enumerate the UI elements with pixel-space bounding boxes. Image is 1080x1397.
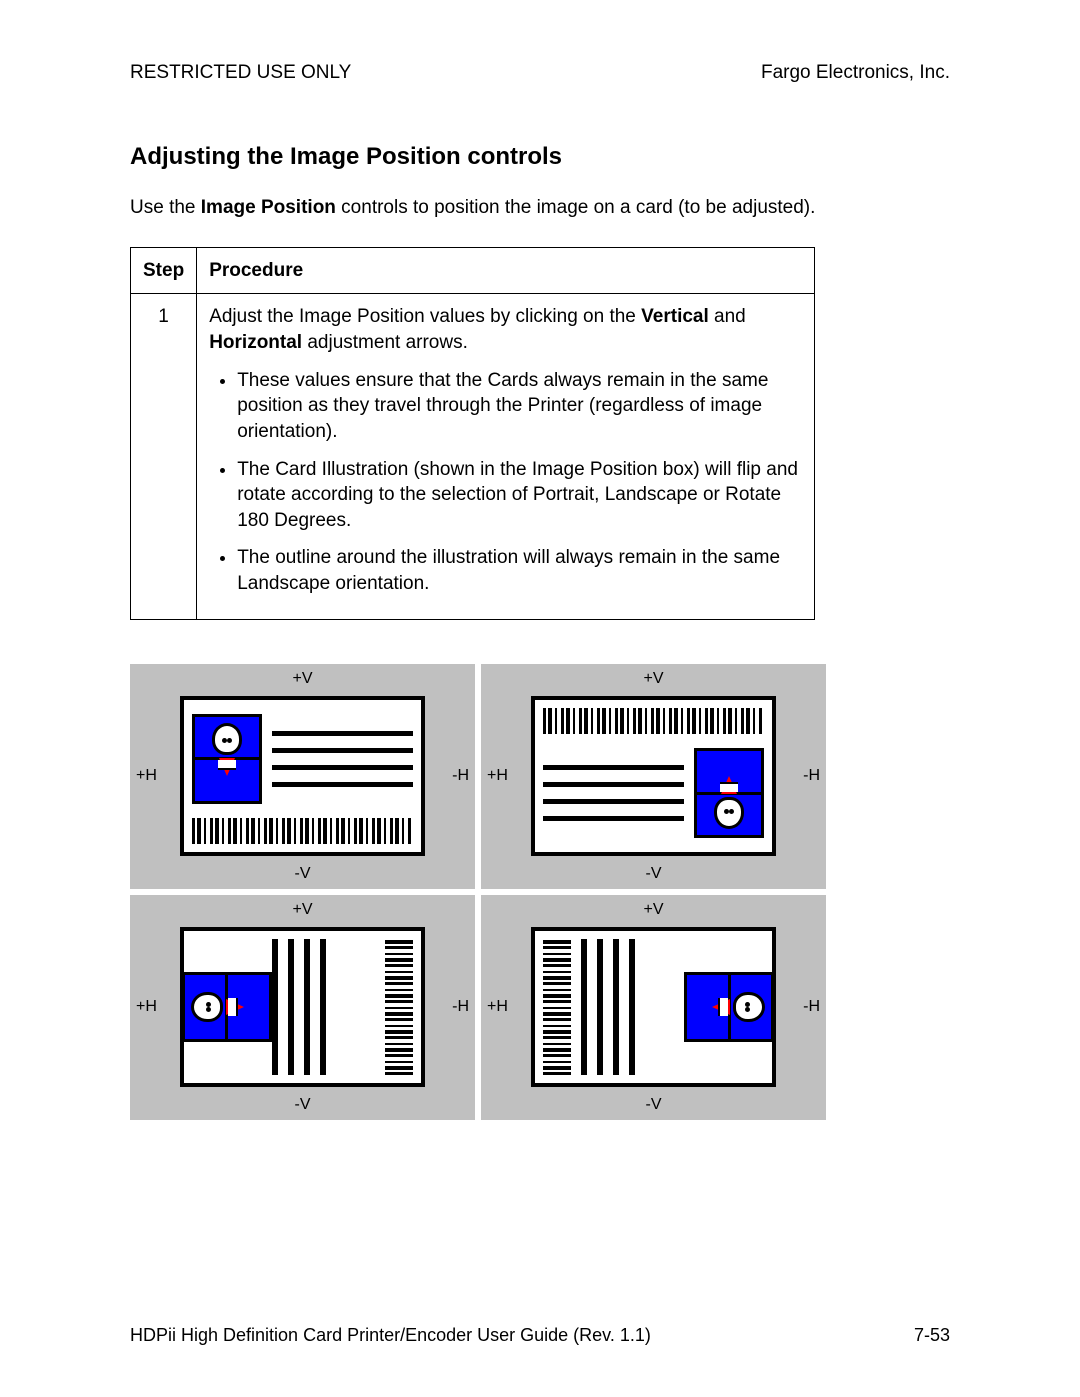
table-row: 1 Adjust the Image Position values by cl…: [131, 294, 815, 619]
axis-label-minus-h: -H: [803, 996, 820, 1018]
card-text-lines-icon: [543, 765, 684, 821]
axis-label-plus-h: +H: [136, 765, 157, 787]
proc-line1-bold1: Vertical: [641, 306, 709, 327]
header-bar: RESTRICTED USE ONLY Fargo Electronics, I…: [130, 60, 950, 86]
header-left: RESTRICTED USE ONLY: [130, 60, 351, 86]
card-photo-icon: [182, 972, 272, 1042]
card-barcode-icon: [543, 939, 571, 1075]
col-step-header: Step: [131, 247, 197, 294]
proc-line1-suffix: adjustment arrows.: [302, 332, 468, 353]
card-barcode-icon: [192, 818, 413, 844]
procedure-cell: Adjust the Image Position values by clic…: [197, 294, 815, 619]
section-title: Adjusting the Image Position controls: [130, 141, 950, 173]
card-photo-icon: [684, 972, 774, 1042]
axis-label-plus-v: +V: [292, 668, 312, 690]
intro-suffix: controls to position the image on a card…: [336, 197, 816, 218]
col-procedure-header: Procedure: [197, 247, 815, 294]
list-item: These values ensure that the Cards alway…: [237, 368, 802, 445]
illustration-grid: +V -V +H -H +V -V +H -H: [130, 664, 825, 1120]
axis-label-minus-h: -H: [452, 765, 469, 787]
axis-label-plus-v: +V: [643, 668, 663, 690]
axis-label-plus-h: +H: [487, 996, 508, 1018]
card-text-lines-icon: [272, 939, 375, 1075]
card-photo-icon: [694, 748, 764, 838]
footer-right: 7-53: [914, 1323, 950, 1347]
card-barcode-icon: [385, 939, 413, 1075]
orientation-panel-portrait-mirrored: +V -V +H -H: [481, 895, 826, 1120]
orientation-panel-landscape: +V -V +H -H: [130, 664, 475, 889]
page: RESTRICTED USE ONLY Fargo Electronics, I…: [0, 0, 1080, 1397]
intro-bold: Image Position: [201, 197, 336, 218]
axis-label-minus-h: -H: [803, 765, 820, 787]
axis-label-plus-h: +H: [487, 765, 508, 787]
intro-sentence: Use the Image Position controls to posit…: [130, 195, 950, 221]
intro-prefix: Use the: [130, 197, 201, 218]
procedure-bullets: These values ensure that the Cards alway…: [209, 368, 802, 597]
header-right: Fargo Electronics, Inc.: [761, 60, 950, 86]
page-footer: HDPii High Definition Card Printer/Encod…: [130, 1323, 950, 1347]
card-illustration: [531, 696, 776, 856]
card-photo-icon: [192, 714, 262, 804]
list-item: The outline around the illustration will…: [237, 545, 802, 596]
axis-label-minus-v: -V: [295, 863, 311, 885]
list-item: The Card Illustration (shown in the Imag…: [237, 457, 802, 534]
proc-line1-prefix: Adjust the Image Position values by clic…: [209, 306, 641, 327]
proc-line1-bold2: Horizontal: [209, 332, 302, 353]
procedure-table: Step Procedure 1 Adjust the Image Positi…: [130, 247, 815, 620]
axis-label-plus-h: +H: [136, 996, 157, 1018]
axis-label-minus-v: -V: [646, 1094, 662, 1116]
proc-line1-mid: and: [709, 306, 746, 327]
axis-label-plus-v: +V: [643, 899, 663, 921]
card-text-lines-icon: [272, 731, 413, 787]
orientation-panel-portrait: +V -V +H -H: [130, 895, 475, 1120]
card-barcode-icon: [543, 708, 764, 734]
axis-label-minus-v: -V: [295, 1094, 311, 1116]
card-illustration: [531, 927, 776, 1087]
table-header-row: Step Procedure: [131, 247, 815, 294]
card-illustration: [180, 696, 425, 856]
footer-left: HDPii High Definition Card Printer/Encod…: [130, 1323, 651, 1347]
axis-label-minus-v: -V: [646, 863, 662, 885]
axis-label-plus-v: +V: [292, 899, 312, 921]
orientation-panel-rotate180: +V -V +H -H: [481, 664, 826, 889]
card-illustration: [180, 927, 425, 1087]
card-text-lines-icon: [581, 939, 684, 1075]
axis-label-minus-h: -H: [452, 996, 469, 1018]
step-number: 1: [131, 294, 197, 619]
